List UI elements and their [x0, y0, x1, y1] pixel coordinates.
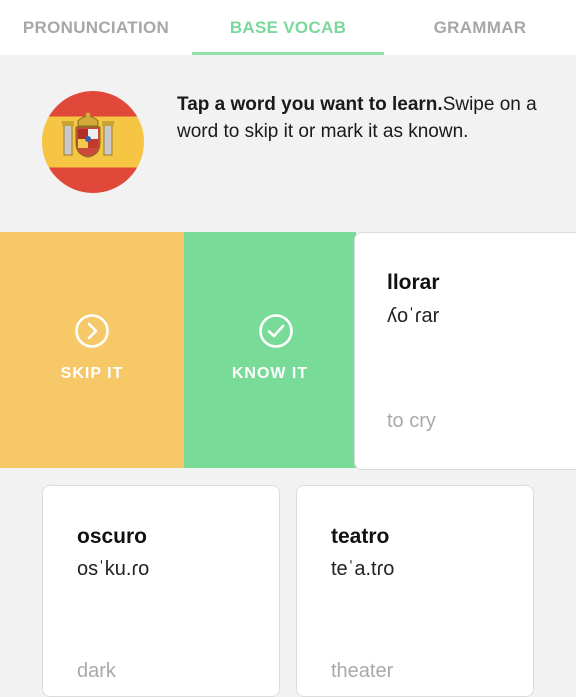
- card-word: teatro: [331, 525, 390, 548]
- tab-grammar[interactable]: GRAMMAR: [384, 0, 576, 55]
- skip-it-label: SKIP IT: [60, 365, 124, 382]
- know-it-label: KNOW IT: [231, 365, 309, 382]
- intro-bold-text: Tap a word you want to learn.: [177, 94, 443, 115]
- word-card[interactable]: teatro teˈa.tɾo theater: [296, 485, 534, 697]
- intro-text: Tap a word you want to learn.Swipe on a …: [177, 91, 547, 145]
- word-card[interactable]: llorar ʎoˈɾar to cry: [354, 232, 576, 470]
- card-ipa: osˈku.ɾo: [77, 558, 150, 580]
- word-card[interactable]: oscuro osˈku.ɾo dark: [42, 485, 280, 697]
- card-meaning: dark: [77, 660, 116, 682]
- card-ipa: teˈa.tɾo: [331, 558, 395, 580]
- card-ipa: ʎoˈɾar: [387, 305, 440, 327]
- card-meaning: theater: [331, 660, 394, 682]
- card-word: oscuro: [77, 525, 148, 548]
- chevron-right-circle-icon: [75, 314, 109, 348]
- spain-flag-icon: [42, 91, 144, 193]
- know-it-button[interactable]: KNOW IT: [184, 232, 356, 468]
- tab-pronunciation[interactable]: PRONUNCIATION: [0, 0, 192, 55]
- card-word: llorar: [387, 271, 440, 294]
- skip-it-button[interactable]: SKIP IT: [0, 232, 184, 468]
- card-meaning: to cry: [387, 410, 436, 432]
- check-circle-icon: [259, 314, 293, 348]
- active-tab-indicator: [192, 52, 384, 55]
- tab-base-vocab[interactable]: BASE VOCAB: [192, 0, 384, 55]
- tab-bar: PRONUNCIATION BASE VOCAB GRAMMAR: [0, 0, 576, 55]
